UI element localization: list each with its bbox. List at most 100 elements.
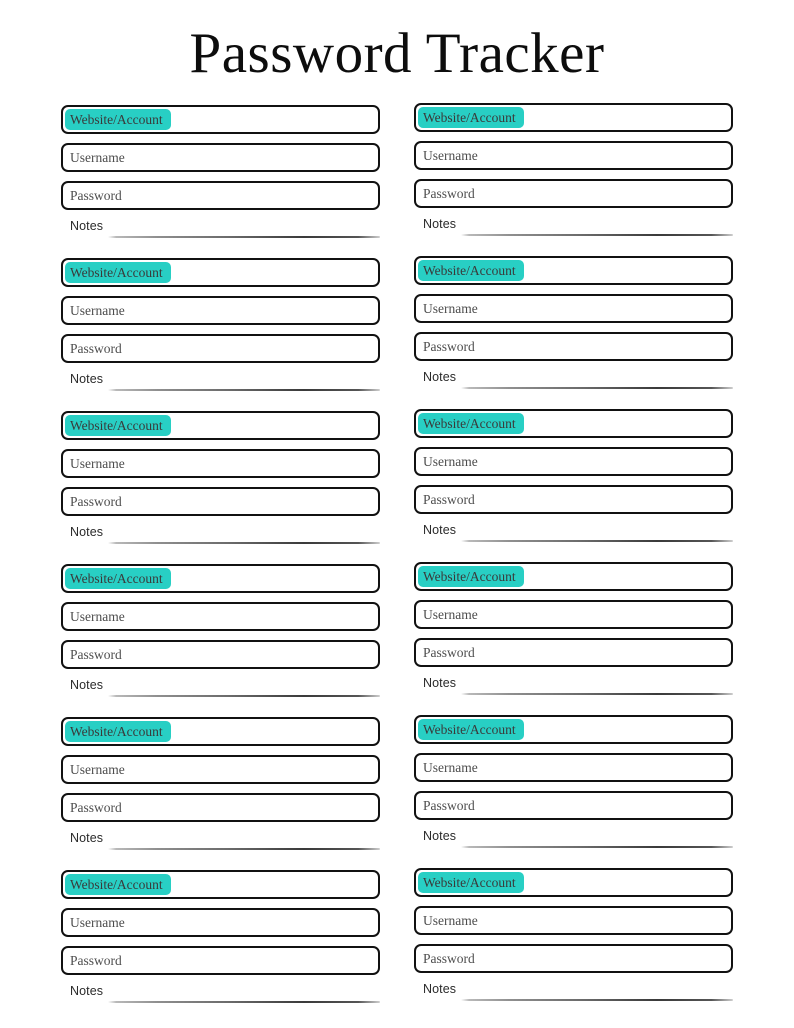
username-label: Username (70, 761, 125, 777)
website-account-field[interactable]: Website/Account (61, 717, 380, 746)
notes-label: Notes (423, 523, 457, 537)
notes-row: Notes (414, 217, 733, 243)
notes-write-line[interactable] (108, 695, 380, 697)
username-field[interactable]: Username (61, 296, 380, 325)
username-field[interactable]: Username (414, 294, 733, 323)
password-field[interactable]: Password (414, 179, 733, 208)
password-field[interactable]: Password (61, 946, 380, 975)
username-label: Username (70, 302, 125, 318)
username-field[interactable]: Username (61, 602, 380, 631)
notes-write-line[interactable] (108, 542, 380, 544)
password-field[interactable]: Password (414, 485, 733, 514)
notes-label: Notes (70, 219, 104, 233)
password-entry-block: Website/Account Username Password Notes (414, 562, 733, 715)
page-title: Password Tracker (189, 22, 605, 85)
website-account-label: Website/Account (423, 262, 516, 278)
notes-write-line[interactable] (461, 387, 733, 389)
password-label: Password (423, 950, 475, 966)
website-account-field[interactable]: Website/Account (414, 562, 733, 591)
username-field[interactable]: Username (414, 600, 733, 629)
website-account-field[interactable]: Website/Account (61, 258, 380, 287)
right-column: Website/Account Username Password Notes Webs… (414, 103, 733, 1021)
password-label: Password (423, 185, 475, 201)
username-field[interactable]: Username (414, 753, 733, 782)
password-entry-block: Website/Account Username Password Notes (414, 103, 733, 256)
notes-row: Notes (61, 525, 380, 551)
website-account-label: Website/Account (423, 109, 516, 125)
notes-label: Notes (70, 831, 104, 845)
password-entry-block: Website/Account Username Password Notes (61, 717, 380, 870)
website-account-label: Website/Account (70, 570, 163, 586)
password-label: Password (70, 187, 122, 203)
username-field[interactable]: Username (61, 755, 380, 784)
password-label: Password (423, 797, 475, 813)
notes-row: Notes (414, 676, 733, 702)
left-column: Website/Account Username Password Notes Webs… (61, 105, 380, 1023)
notes-write-line[interactable] (461, 540, 733, 542)
password-label: Password (70, 493, 122, 509)
website-account-field[interactable]: Website/Account (414, 868, 733, 897)
website-account-field[interactable]: Website/Account (61, 105, 380, 134)
notes-label: Notes (423, 217, 457, 231)
password-field[interactable]: Password (414, 791, 733, 820)
website-account-field[interactable]: Website/Account (414, 715, 733, 744)
username-field[interactable]: Username (61, 908, 380, 937)
notes-row: Notes (61, 372, 380, 398)
notes-label: Notes (70, 525, 104, 539)
username-field[interactable]: Username (61, 449, 380, 478)
notes-write-line[interactable] (461, 999, 733, 1001)
username-label: Username (423, 147, 478, 163)
website-account-field[interactable]: Website/Account (414, 103, 733, 132)
website-account-label: Website/Account (70, 417, 163, 433)
notes-write-line[interactable] (108, 848, 380, 850)
username-field[interactable]: Username (61, 143, 380, 172)
notes-label: Notes (423, 829, 457, 843)
notes-write-line[interactable] (461, 234, 733, 236)
password-field[interactable]: Password (414, 332, 733, 361)
notes-write-line[interactable] (461, 693, 733, 695)
password-field[interactable]: Password (61, 487, 380, 516)
password-label: Password (70, 646, 122, 662)
website-account-field[interactable]: Website/Account (61, 411, 380, 440)
notes-row: Notes (414, 523, 733, 549)
username-label: Username (70, 455, 125, 471)
notes-row: Notes (61, 831, 380, 857)
username-field[interactable]: Username (414, 447, 733, 476)
notes-row: Notes (61, 984, 380, 1010)
password-label: Password (423, 491, 475, 507)
username-label: Username (423, 300, 478, 316)
password-field[interactable]: Password (61, 181, 380, 210)
password-field[interactable]: Password (61, 334, 380, 363)
website-account-label: Website/Account (423, 874, 516, 890)
notes-write-line[interactable] (108, 1001, 380, 1003)
website-account-label: Website/Account (70, 723, 163, 739)
notes-row: Notes (414, 982, 733, 1008)
website-account-field[interactable]: Website/Account (414, 256, 733, 285)
password-field[interactable]: Password (61, 793, 380, 822)
website-account-field[interactable]: Website/Account (61, 870, 380, 899)
password-entry-block: Website/Account Username Password Notes (61, 105, 380, 258)
username-label: Username (423, 606, 478, 622)
password-entry-block: Website/Account Username Password Notes (61, 258, 380, 411)
username-label: Username (423, 453, 478, 469)
username-field[interactable]: Username (414, 906, 733, 935)
username-field[interactable]: Username (414, 141, 733, 170)
website-account-label: Website/Account (70, 111, 163, 127)
notes-label: Notes (70, 984, 104, 998)
website-account-label: Website/Account (423, 568, 516, 584)
website-account-label: Website/Account (70, 876, 163, 892)
password-field[interactable]: Password (61, 640, 380, 669)
password-field[interactable]: Password (414, 944, 733, 973)
password-label: Password (70, 799, 122, 815)
password-field[interactable]: Password (414, 638, 733, 667)
notes-write-line[interactable] (461, 846, 733, 848)
notes-label: Notes (423, 370, 457, 384)
password-entry-block: Website/Account Username Password Notes (61, 411, 380, 564)
website-account-field[interactable]: Website/Account (414, 409, 733, 438)
notes-write-line[interactable] (108, 389, 380, 391)
website-account-field[interactable]: Website/Account (61, 564, 380, 593)
notes-write-line[interactable] (108, 236, 380, 238)
password-entry-block: Website/Account Username Password Notes (414, 715, 733, 868)
notes-label: Notes (423, 982, 457, 996)
username-label: Username (70, 149, 125, 165)
